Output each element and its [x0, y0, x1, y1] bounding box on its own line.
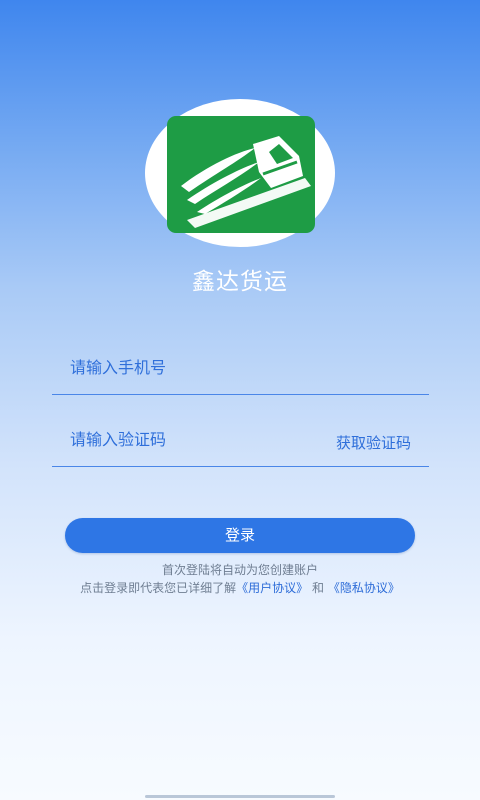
login-button[interactable]: 登录	[65, 518, 415, 553]
get-code-button[interactable]: 获取验证码	[336, 432, 411, 453]
phone-input[interactable]	[70, 358, 310, 377]
phone-field	[52, 350, 429, 395]
user-agreement-link[interactable]: 《用户协议》	[236, 581, 308, 595]
privacy-agreement-link[interactable]: 《隐私协议》	[328, 581, 400, 595]
verification-code-input[interactable]	[70, 430, 310, 449]
agreement-notice: 点击登录即代表您已详细了解《用户协议》 和 《隐私协议》	[0, 579, 480, 596]
auto-register-notice: 首次登陆将自动为您创建账户	[161, 563, 318, 577]
app-name: 鑫达货运	[192, 269, 288, 295]
code-field: 获取验证码	[52, 422, 429, 467]
home-indicator[interactable]	[145, 795, 335, 798]
agreement-prefix: 点击登录即代表您已详细了解	[80, 581, 237, 595]
winged-truck-logo-icon	[167, 116, 315, 233]
agreement-conjunction: 和	[312, 581, 325, 595]
